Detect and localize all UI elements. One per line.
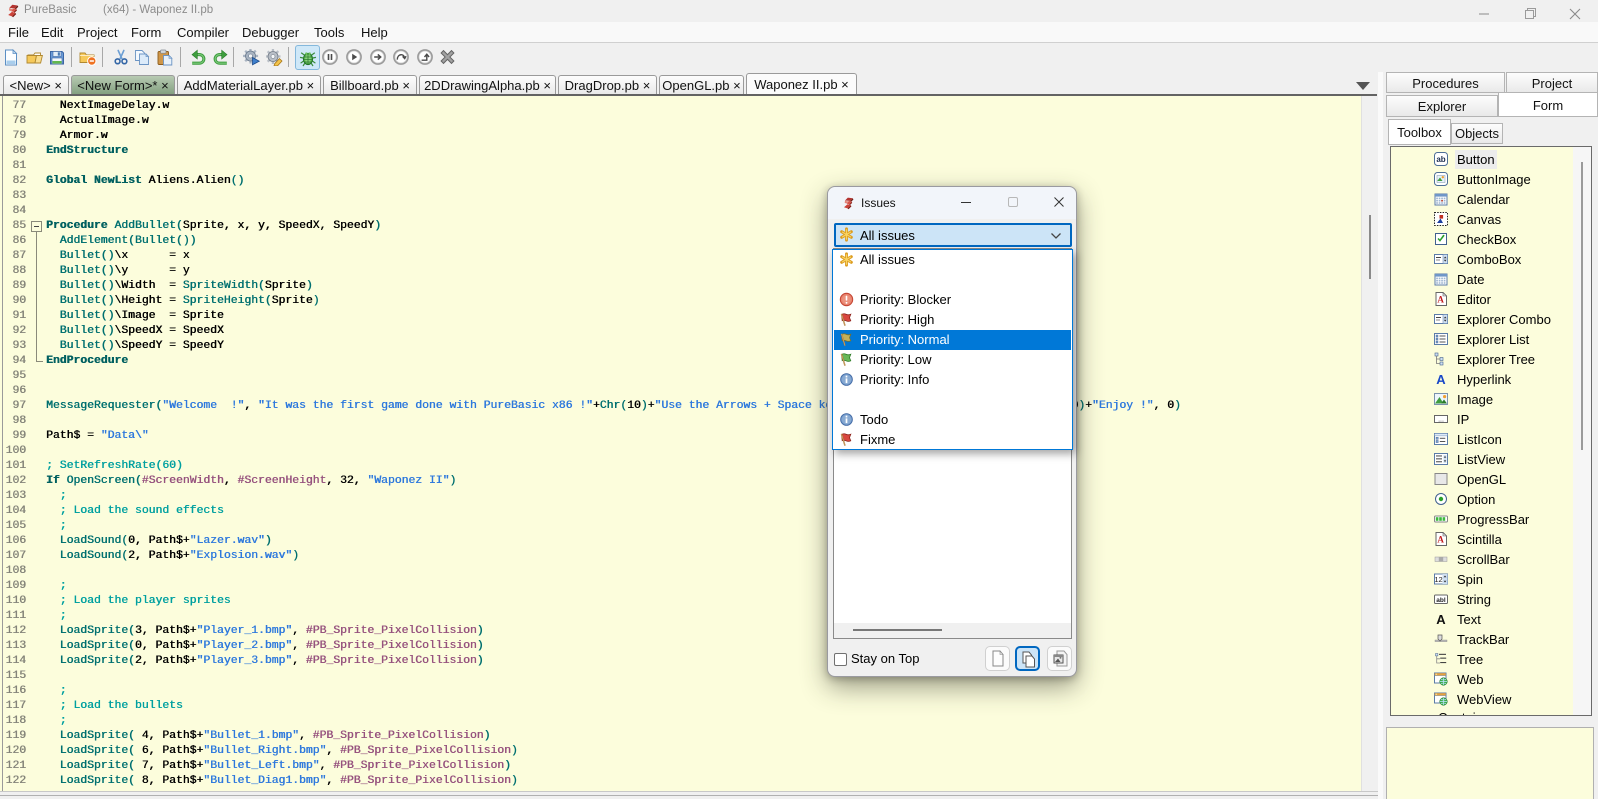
svg-text:...: ... xyxy=(1438,417,1444,424)
svg-text:abl: abl xyxy=(1436,597,1446,604)
svg-text:ab: ab xyxy=(1436,155,1445,164)
svg-text:A: A xyxy=(1437,295,1444,305)
svg-text:A: A xyxy=(1436,372,1446,386)
svg-text:A: A xyxy=(1437,535,1444,545)
svg-text:12: 12 xyxy=(1434,575,1442,584)
svg-text:A: A xyxy=(1436,612,1446,626)
